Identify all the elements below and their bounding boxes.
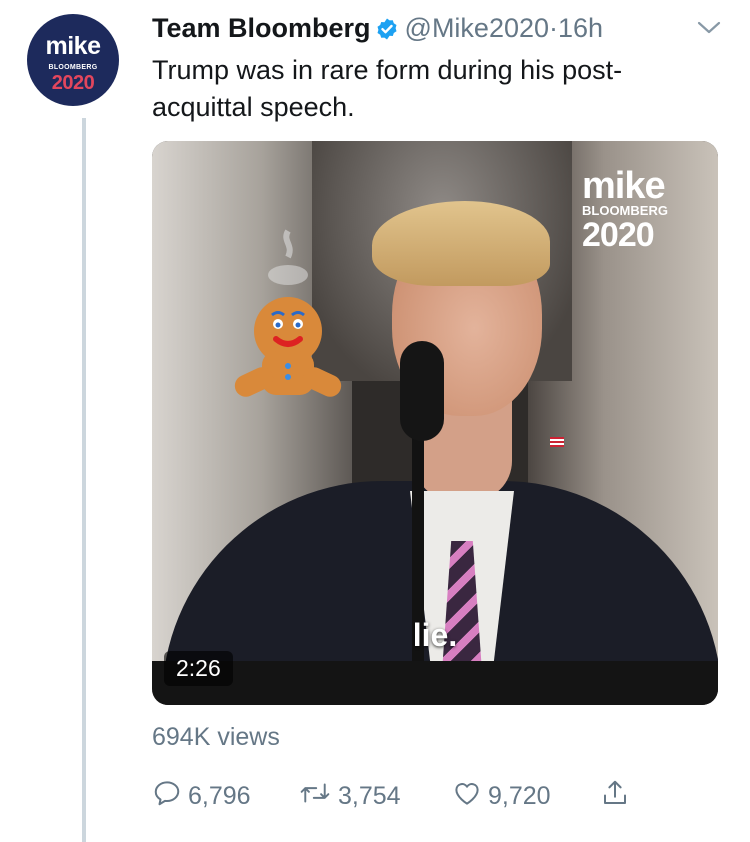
reply-button[interactable]: 6,796 <box>152 778 251 814</box>
reply-icon <box>152 778 188 815</box>
microphone <box>400 341 444 441</box>
tweet-time[interactable]: 16h <box>558 13 603 43</box>
reply-count: 6,796 <box>188 781 251 810</box>
avatar-line3: 2020 <box>51 72 95 94</box>
podium <box>152 661 718 705</box>
video-duration-badge: 2:26 <box>164 651 233 686</box>
like-icon <box>452 778 488 815</box>
watermark-line1: mike <box>582 165 666 207</box>
retweet-icon <box>298 778 338 815</box>
retweet-count: 3,754 <box>338 781 401 810</box>
author-name[interactable]: Team Bloomberg <box>152 13 371 43</box>
like-count: 9,720 <box>488 781 551 810</box>
chevron-down-icon[interactable] <box>696 18 722 43</box>
video-player[interactable]: mike BLOOMBERG 2020 lie. 2:26 <box>152 141 718 705</box>
action-bar: 6,796 3,754 9,720 <box>152 778 652 814</box>
tweet-header: Team Bloomberg @Mike2020·16h <box>152 10 603 50</box>
tweet-text: Trump was in rare form during his post-a… <box>152 55 623 122</box>
time-separator: · <box>549 13 559 43</box>
gingerbread-sticker <box>228 221 348 406</box>
share-button[interactable] <box>600 778 636 814</box>
like-button[interactable]: 9,720 <box>452 778 551 814</box>
watermark-line3: 2020 <box>582 216 655 254</box>
avatar-line2: BLOOMBERG <box>48 64 98 71</box>
retweet-button[interactable]: 3,754 <box>298 778 401 814</box>
author-handle[interactable]: @Mike2020 <box>405 13 549 43</box>
avatar[interactable]: mike BLOOMBERG 2020 <box>27 14 119 106</box>
verified-icon <box>375 14 399 50</box>
view-count: 694K views <box>152 723 280 751</box>
bloomberg-watermark: mike BLOOMBERG 2020 <box>582 165 692 254</box>
speaker-hair <box>372 201 550 286</box>
flag-pin <box>550 437 564 447</box>
avatar-line1: mike <box>45 32 101 60</box>
thread-line <box>82 118 86 842</box>
video-caption: lie. <box>412 617 458 653</box>
share-icon <box>600 778 636 815</box>
